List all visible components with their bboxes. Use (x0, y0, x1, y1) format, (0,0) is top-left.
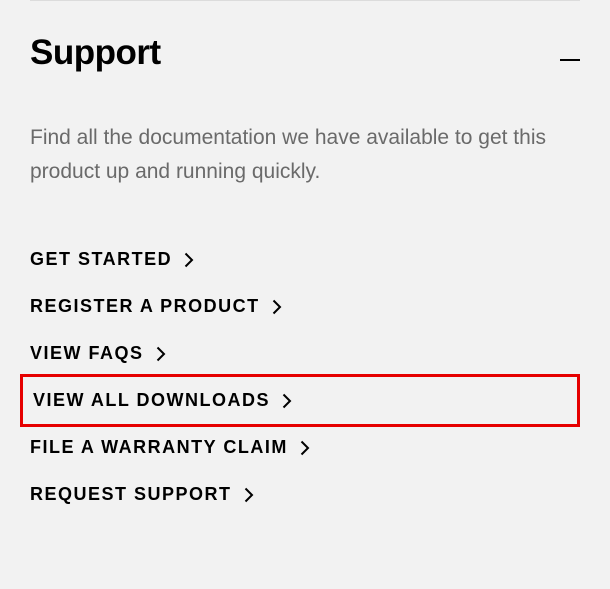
link-wrapper: GET STARTED (20, 236, 580, 283)
link-wrapper: VIEW FAQS (20, 330, 580, 377)
chevron-right-icon (184, 252, 194, 268)
link-label: FILE A WARRANTY CLAIM (30, 437, 288, 458)
link-label: GET STARTED (30, 249, 172, 270)
minus-icon (560, 39, 580, 67)
chevron-right-icon (244, 487, 254, 503)
register-product-link[interactable]: REGISTER A PRODUCT (30, 283, 570, 330)
support-section: Support Find all the documentation we ha… (0, 33, 610, 518)
view-all-downloads-link[interactable]: VIEW ALL DOWNLOADS (33, 377, 567, 424)
link-wrapper: REQUEST SUPPORT (20, 471, 580, 518)
link-wrapper: REGISTER A PRODUCT (20, 283, 580, 330)
get-started-link[interactable]: GET STARTED (30, 236, 570, 283)
request-support-link[interactable]: REQUEST SUPPORT (30, 471, 570, 518)
section-title: Support (30, 33, 161, 73)
link-wrapper-highlighted: VIEW ALL DOWNLOADS (20, 374, 580, 427)
section-header[interactable]: Support (30, 33, 580, 73)
chevron-right-icon (272, 299, 282, 315)
link-label: REQUEST SUPPORT (30, 484, 232, 505)
chevron-right-icon (156, 346, 166, 362)
chevron-right-icon (300, 440, 310, 456)
view-faqs-link[interactable]: VIEW FAQS (30, 330, 570, 377)
support-links: GET STARTED REGISTER A PRODUCT VIEW FAQS (30, 236, 580, 518)
divider (30, 0, 580, 1)
chevron-right-icon (282, 393, 292, 409)
link-label: REGISTER A PRODUCT (30, 296, 260, 317)
file-warranty-claim-link[interactable]: FILE A WARRANTY CLAIM (30, 424, 570, 471)
link-label: VIEW FAQS (30, 343, 144, 364)
section-description: Find all the documentation we have avail… (30, 121, 580, 188)
link-wrapper: FILE A WARRANTY CLAIM (20, 424, 580, 471)
link-label: VIEW ALL DOWNLOADS (33, 390, 270, 411)
